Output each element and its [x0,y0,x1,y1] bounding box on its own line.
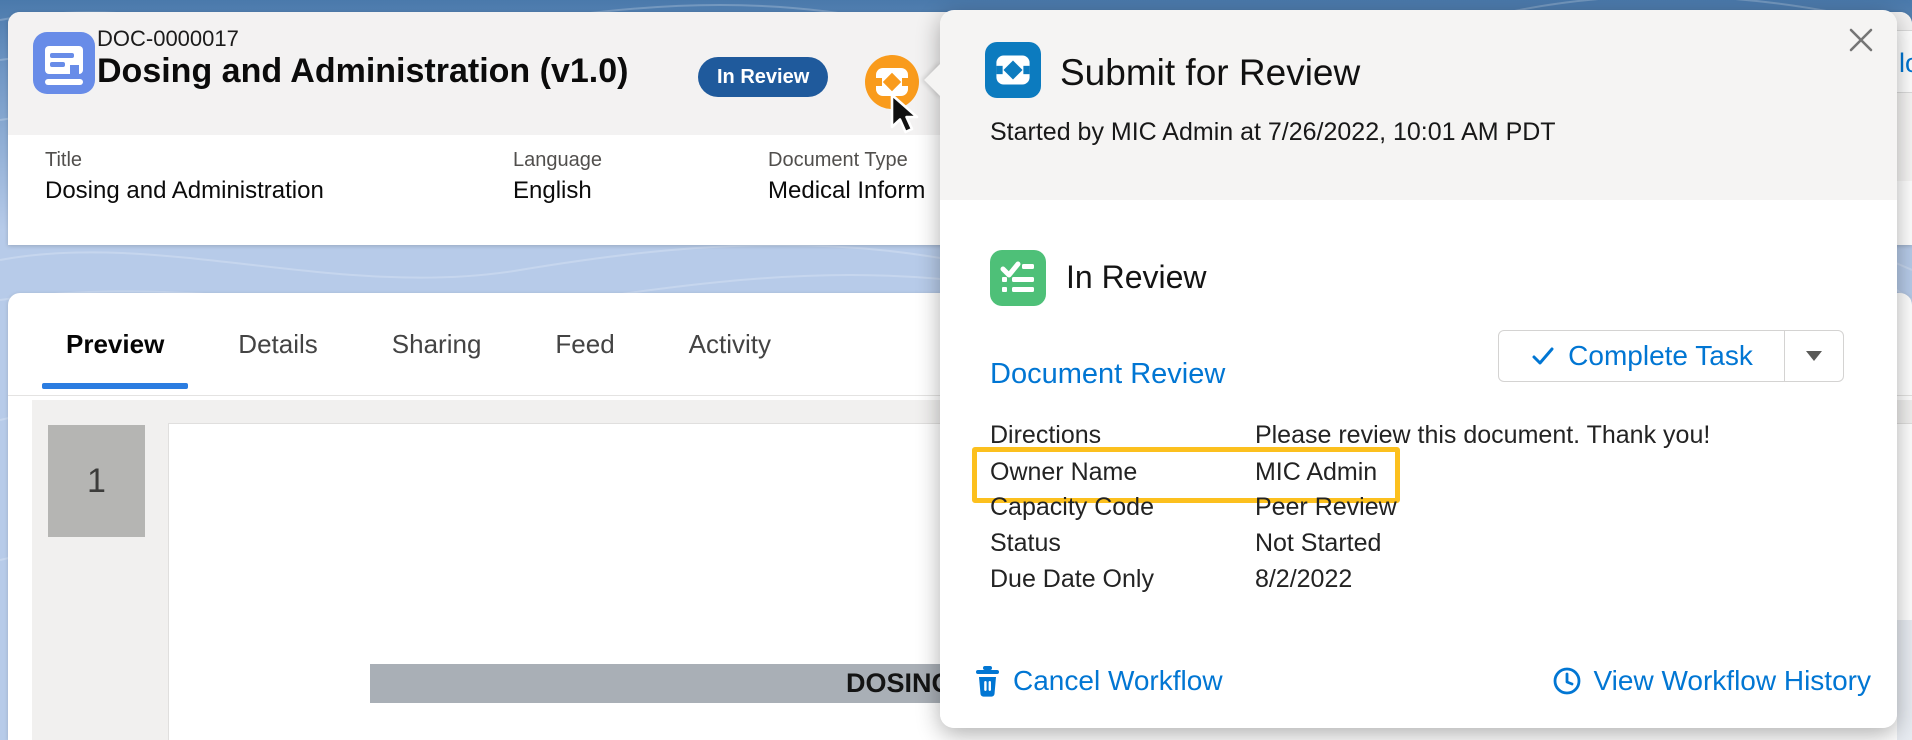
detail-label: Due Date Only [990,565,1248,594]
cancel-workflow-link[interactable]: Cancel Workflow [974,665,1223,697]
cancel-workflow-label: Cancel Workflow [1013,665,1223,697]
clipped-action-label: lo [1899,48,1912,79]
complete-task-label: Complete Task [1568,340,1753,372]
status-badge: In Review [698,57,828,97]
checklist-icon [990,250,1046,306]
detail-value: Please review this document. Thank you! [1255,421,1710,449]
detail-label: Capacity Code [990,493,1248,522]
detail-row-directions: Directions Please review this document. … [990,421,1710,451]
clipped-action-button[interactable]: lo [1897,30,1912,93]
clipped-panel-edge [1897,92,1912,181]
tab-sharing[interactable]: Sharing [368,293,506,395]
field-label: Language [513,149,602,172]
clipped-content-edge [1897,620,1912,740]
detail-value: Not Started [1255,529,1381,557]
field-label: Title [45,149,82,172]
workflow-started-line: Started by MIC Admin at 7/26/2022, 10:01… [990,118,1556,147]
detail-label: Owner Name [990,458,1248,487]
field-value: Medical Inform [768,177,925,205]
complete-task-dropdown[interactable] [1784,331,1843,381]
detail-value: 8/2/2022 [1255,565,1352,593]
document-review-link[interactable]: Document Review [990,358,1225,391]
complete-task-button[interactable]: Complete Task [1499,331,1784,381]
tab-activity[interactable]: Activity [665,293,795,395]
complete-task-button-group: Complete Task [1498,330,1844,382]
trash-icon [974,665,1001,697]
detail-row-status: Status Not Started [990,529,1381,559]
detail-label: Directions [990,421,1248,450]
view-workflow-history-link[interactable]: View Workflow History [1552,665,1871,697]
detail-value: MIC Admin [1255,458,1377,486]
field-label: Document Type [768,149,908,172]
tab-feed[interactable]: Feed [531,293,638,395]
clock-icon [1552,666,1582,696]
tab-preview[interactable]: Preview [42,293,188,395]
detail-row-owner-name: Owner Name MIC Admin [990,458,1377,488]
detail-row-due-date: Due Date Only 8/2/2022 [990,565,1352,595]
detail-row-capacity-code: Capacity Code Peer Review [990,493,1397,523]
close-icon[interactable] [1843,22,1879,58]
field-value: Dosing and Administration [45,177,324,205]
popover-header: Submit for Review Started by MIC Admin a… [940,10,1897,201]
submit-for-review-popover: Submit for Review Started by MIC Admin a… [940,10,1897,728]
workflow-stage-name: In Review [1066,259,1207,296]
record-number: DOC-0000017 [97,26,239,52]
field-value: English [513,177,592,205]
popover-title: Submit for Review [1060,52,1360,94]
page-thumbnail[interactable]: 1 [48,425,145,537]
check-icon [1530,343,1556,369]
detail-value: Peer Review [1255,493,1397,521]
chevron-down-icon [1805,350,1823,362]
detail-label: Status [990,529,1248,558]
approval-workflow-icon[interactable] [865,55,919,109]
document-entity-icon [33,32,95,94]
popover-body: In Review Document Review Complete Task … [940,200,1897,728]
record-title: Dosing and Administration (v1.0) [97,52,628,91]
view-workflow-history-label: View Workflow History [1594,665,1871,697]
approval-icon [985,42,1041,98]
tab-details[interactable]: Details [214,293,341,395]
app-window: DOC-0000017 Dosing and Administration (v… [0,0,1912,740]
